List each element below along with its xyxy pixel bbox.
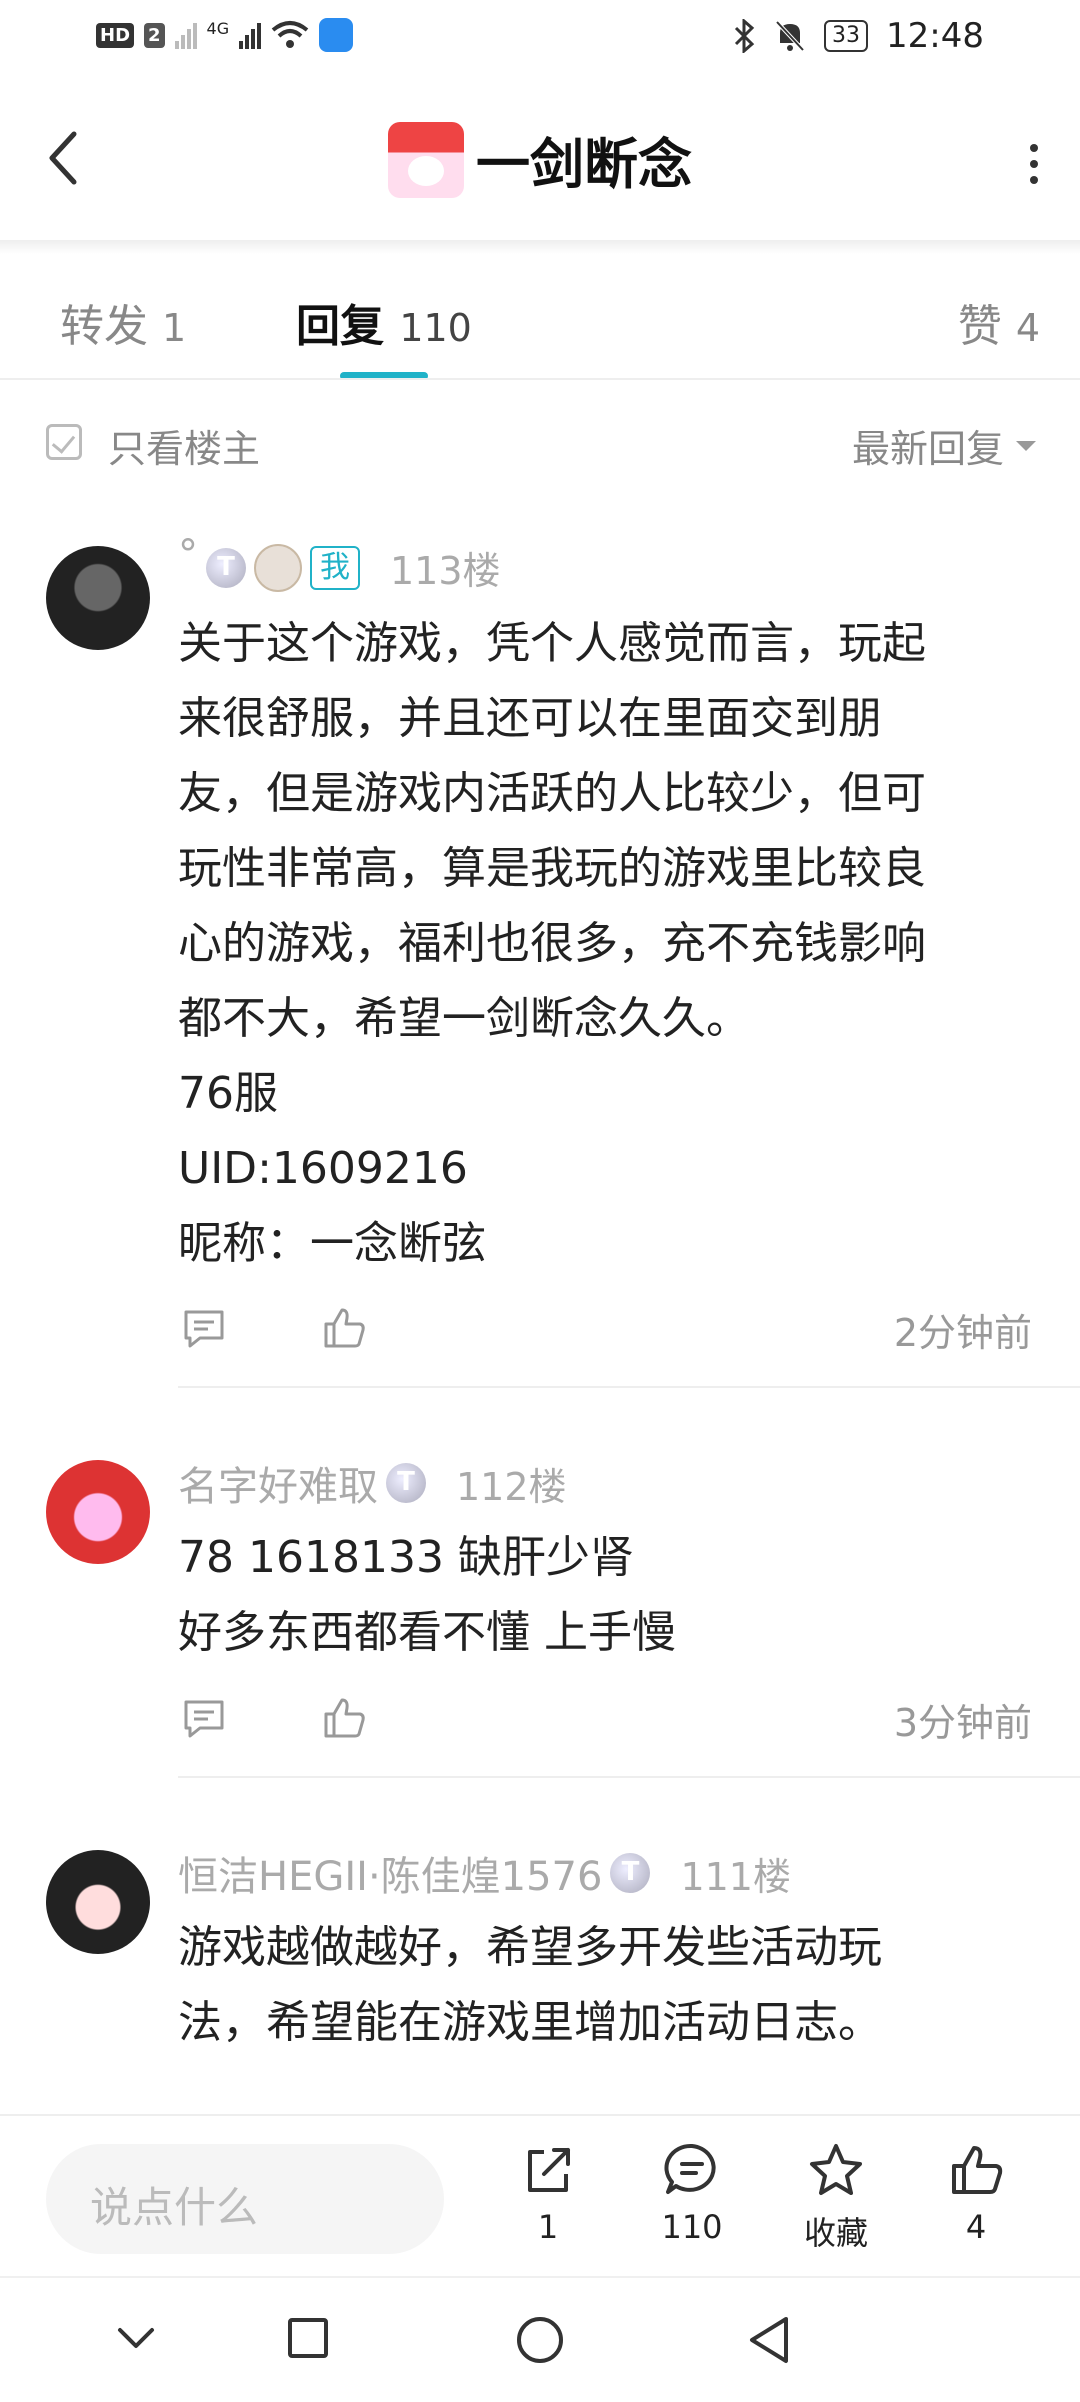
bluetooth-icon: [734, 19, 755, 53]
back-nav-icon[interactable]: [744, 2314, 792, 2366]
like-icon[interactable]: [320, 1694, 368, 1742]
page-title: 一剑断念: [476, 133, 692, 196]
comment-text-line: 心的游戏，福利也很多，充不充钱影响: [178, 918, 926, 969]
comment-count: 110: [661, 2208, 723, 2246]
status-bar: HD 2 4G 33 12:48: [0, 0, 1080, 80]
clock: 12:48: [886, 16, 984, 56]
signal-sim1-icon: [174, 21, 197, 49]
comment-112: [46, 1460, 150, 1564]
more-options-icon[interactable]: [1030, 144, 1038, 184]
comment-text-line: 友，但是游戏内活跃的人比较少，但可: [178, 768, 926, 819]
only-op-label[interactable]: 只看楼主: [108, 418, 260, 473]
tab-replies[interactable]: 回复 110: [296, 290, 472, 354]
header-divider: [0, 240, 1080, 254]
comment-111-body: 游戏越做越好，希望多开发些活动玩 法，希望能在游戏里增加活动日志。: [178, 1910, 1038, 2060]
like-count: 4: [965, 2208, 987, 2246]
hd-indicator: HD: [96, 22, 135, 48]
tab-repost-count: 1: [162, 306, 187, 350]
tab-likes-count: 4: [1015, 306, 1040, 350]
tab-repost[interactable]: 转发 1: [60, 290, 186, 354]
game-avatar: [388, 121, 464, 198]
comment-text-line: 昵称：一念断弦: [178, 1218, 486, 1269]
comment-input-placeholder: 说点什么: [90, 2183, 259, 2232]
me-tag: 我: [310, 545, 360, 590]
comment-text-line: 游戏越做越好，希望多开发些活动玩: [178, 1922, 882, 1973]
share-button[interactable]: 1: [498, 2140, 598, 2246]
sim2-indicator: 2: [144, 22, 165, 48]
comment-bubble-icon: [664, 2143, 716, 2194]
floor-number: 113楼: [390, 549, 501, 593]
comment-text-line: 关于这个游戏，凭个人感觉而言，玩起: [178, 618, 926, 669]
mute-bell-icon: [775, 20, 805, 52]
star-icon: [810, 2144, 862, 2195]
username[interactable]: °: [178, 532, 198, 578]
comment-input[interactable]: 说点什么: [46, 2144, 444, 2254]
chevron-down-icon: [1016, 440, 1036, 451]
hide-keyboard-chevron-icon[interactable]: [114, 2318, 158, 2358]
tab-replies-count: 110: [399, 306, 472, 350]
like-icon[interactable]: [320, 1304, 368, 1352]
floor-number: 111楼: [680, 1854, 791, 1899]
tab-likes-label: 赞: [957, 301, 1002, 352]
only-op-checkbox[interactable]: [46, 424, 82, 460]
level-badge-icon: [386, 1463, 426, 1503]
comment-button[interactable]: 110: [642, 2140, 742, 2246]
share-icon: [528, 2148, 570, 2192]
cloud-app-icon: [319, 18, 354, 52]
comment-divider: [178, 1776, 1080, 1778]
share-count: 1: [537, 2208, 559, 2246]
avatar[interactable]: [46, 1460, 150, 1564]
comment-113-body: 关于这个游戏，凭个人感觉而言，玩起 来很舒服，并且还可以在里面交到朋 友，但是游…: [178, 606, 1038, 1281]
recent-apps-icon[interactable]: [286, 2316, 330, 2360]
comment-112-header: 名字好难取 112楼: [178, 1454, 567, 1512]
comment-text-line: UID:1609216: [178, 1143, 468, 1194]
comment-111-header: 恒洁HEGII·陈佳煌1576 111楼: [178, 1844, 791, 1902]
comment-113-header: ° 我 113楼: [178, 532, 501, 595]
comment-text-line: 好多东西都看不懂 上手慢: [178, 1607, 676, 1658]
sort-dropdown[interactable]: 最新回复: [852, 418, 1036, 473]
comment-text-line: 78 1618133 缺肝少肾: [178, 1532, 634, 1583]
comment-113: [46, 546, 150, 650]
tabs-divider: [0, 378, 1080, 380]
comment-text-line: 法，希望能在游戏里增加活动日志。: [178, 1997, 882, 2048]
level-badge-icon: [206, 547, 246, 588]
wifi-icon: [271, 21, 309, 48]
avatar[interactable]: [46, 546, 150, 650]
home-icon[interactable]: [514, 2314, 566, 2366]
battery-indicator: 33: [824, 20, 869, 52]
thumbs-up-icon: [952, 2146, 1003, 2194]
floor-number: 112楼: [456, 1464, 567, 1509]
signal-sim2-icon: [239, 21, 262, 49]
comment-divider: [178, 1386, 1080, 1388]
comment-text-line: 玩性非常高，算是我玩的游戏里比较良: [178, 843, 926, 894]
sort-label: 最新回复: [851, 427, 1004, 471]
tab-repost-label: 转发: [60, 301, 148, 352]
reply-icon[interactable]: [180, 1304, 228, 1352]
medal-icon: [254, 543, 302, 592]
comment-112-body: 78 1618133 缺肝少肾 好多东西都看不懂 上手慢: [178, 1520, 1038, 1670]
tab-replies-label: 回复: [296, 301, 384, 352]
comment-text-line: 来很舒服，并且还可以在里面交到朋: [178, 693, 882, 744]
network-type: 4G: [206, 18, 230, 38]
timestamp: 2分钟前: [893, 1311, 1032, 1355]
comment-text-line: 76服: [178, 1068, 278, 1119]
favorite-button[interactable]: 收藏: [786, 2140, 886, 2254]
comment-111: [46, 1850, 150, 1954]
username[interactable]: 名字好难取: [178, 1454, 378, 1512]
like-post-button[interactable]: 4: [926, 2140, 1026, 2246]
page-header: 一剑断念: [0, 120, 1080, 199]
comment-text-line: 都不大，希望一剑断念久久。: [178, 993, 750, 1044]
avatar[interactable]: [46, 1850, 150, 1954]
reply-icon[interactable]: [180, 1694, 228, 1742]
timestamp: 3分钟前: [893, 1701, 1032, 1745]
level-badge-icon: [610, 1853, 651, 1893]
favorite-label: 收藏: [803, 2214, 868, 2252]
username[interactable]: 恒洁HEGII·陈佳煌1576: [178, 1844, 602, 1902]
tab-likes[interactable]: 赞 4: [958, 290, 1040, 354]
